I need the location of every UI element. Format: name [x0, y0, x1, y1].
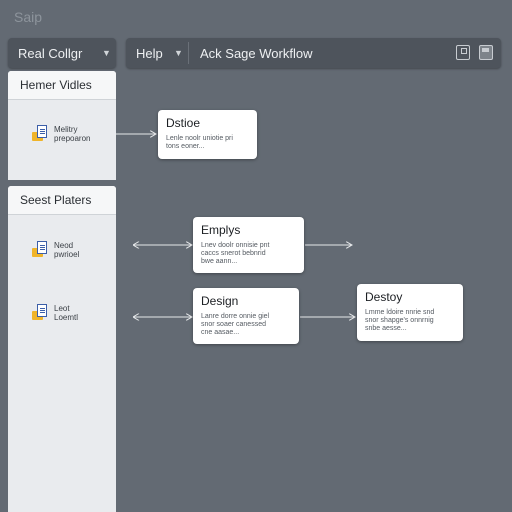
- workflow-node-destoy[interactable]: Destoy Lmme ldoire nnrie snd snor shapge…: [357, 284, 463, 341]
- node-description-line1: Lanre dorre onnie giel: [201, 313, 270, 320]
- node-description-line1: Lmme ldoire nnrie snd: [365, 309, 435, 316]
- node-description-line3: snbe aesse...: [365, 325, 407, 332]
- node-title: Emplys: [201, 223, 241, 237]
- node-description-line2: snor shapge's onnrnig: [365, 317, 434, 324]
- node-description-line1: Lenle noolr uniotie pri: [166, 135, 233, 142]
- node-description-line3: cne aasae...: [201, 329, 240, 336]
- node-description-line3: bwe aann...: [201, 258, 238, 265]
- node-title: Dstioe: [166, 116, 201, 130]
- workflow-node-dstioe[interactable]: Dstioe Lenle noolr uniotie pri tons eone…: [158, 110, 257, 159]
- node-description-line2: snor soaer canessed: [201, 321, 266, 328]
- node-description-line2: tons eoner...: [166, 143, 205, 150]
- workflow-node-design[interactable]: Design Lanre dorre onnie giel snor soaer…: [193, 288, 299, 344]
- node-title: Design: [201, 294, 239, 308]
- node-description-line1: Lnev doolr onnisie pnt: [201, 242, 270, 249]
- workflow-node-emplys[interactable]: Emplys Lnev doolr onnisie pnt caccs sner…: [193, 217, 304, 273]
- node-title: Destoy: [365, 290, 403, 304]
- node-description-line2: caccs snerot bebnrid: [201, 250, 266, 257]
